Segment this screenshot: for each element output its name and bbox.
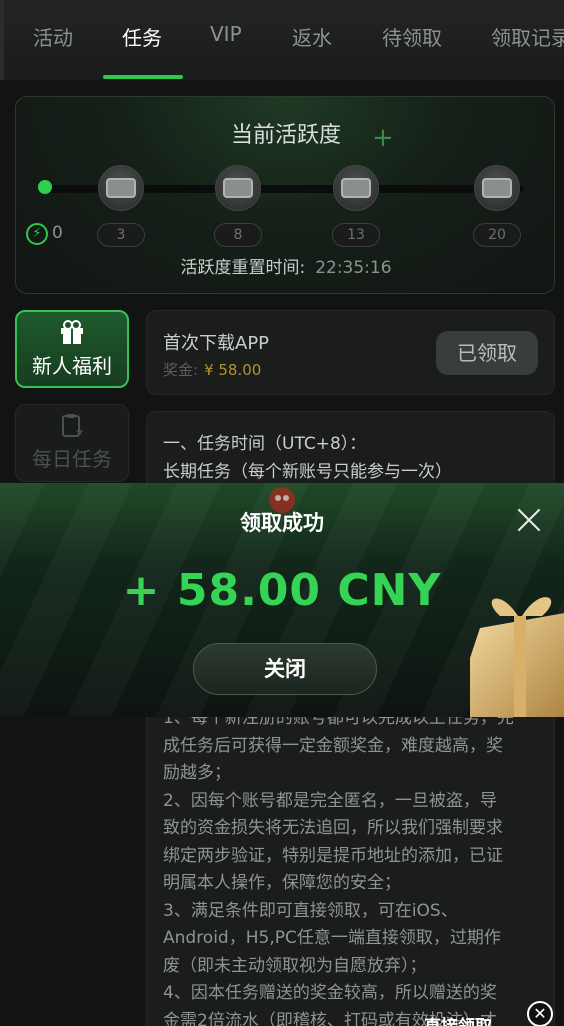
- tab-vip[interactable]: VIP: [210, 22, 242, 46]
- claimed-button[interactable]: 已领取: [436, 331, 538, 375]
- rules-line: 绑定两步验证，特别是提币地址的添加，已证: [163, 845, 503, 866]
- rules-body: 1、每个新注册的账号都可以完成以上任务，完 成任务后可获得一定金额奖金，难度越高…: [163, 705, 543, 1026]
- app-root: 活动 任务 VIP 返水 待领取 领取记录 当前活跃度 + 3 8 13 20 …: [0, 0, 564, 1026]
- rules-line: 致的资金损失将无法追回，所以我们强制要求: [163, 818, 503, 838]
- rules-header: 一、任务时间（UTC+8）： 长期任务（每个新账号只能参与一次）: [163, 430, 452, 486]
- milestone-8: 8: [214, 223, 262, 247]
- rules-line: 励越多；: [163, 763, 231, 783]
- progress-dot: [38, 180, 52, 194]
- tab-pending[interactable]: 待领取: [382, 22, 442, 51]
- tab-activity[interactable]: 活动: [33, 22, 73, 51]
- milestone-13: 13: [332, 223, 380, 247]
- chest-icon[interactable]: [215, 165, 261, 211]
- close-icon[interactable]: [516, 507, 542, 533]
- tab-rebate[interactable]: 返水: [292, 22, 332, 51]
- active-tab-indicator: [103, 75, 183, 79]
- watermark-logo: [269, 487, 295, 513]
- gift-box-icon: [470, 597, 564, 717]
- claim-success-modal: 领取成功 + 58.00 CNY 关闭: [0, 483, 564, 717]
- side-item-newcomer-bonus[interactable]: 新人福利: [15, 310, 129, 388]
- rules-line: 2、因每个账号都是完全匿名，一旦被盗，导: [163, 790, 497, 811]
- tab-tasks[interactable]: 任务: [122, 22, 162, 51]
- milestone-20: 20: [473, 223, 521, 247]
- bonus-label: 奖金:: [163, 361, 199, 379]
- task-card: 首次下载APP 奖金: ¥ 58.00 已领取: [146, 310, 555, 395]
- lightning-icon: ⚡: [26, 223, 48, 245]
- activity-card: 当前活跃度 + 3 8 13 20 ⚡ 0 活跃度重置时间: 22:35:16: [15, 96, 555, 294]
- rules-line: 明属本人操作，保障您的安全；: [163, 873, 401, 893]
- reset-row: 活跃度重置时间: 22:35:16: [16, 253, 556, 278]
- reset-label: 活跃度重置时间:: [180, 258, 306, 278]
- side-item-label: 新人福利: [32, 354, 112, 378]
- tab-claim-records[interactable]: 领取记录: [491, 22, 564, 51]
- plus-icon: +: [372, 123, 394, 153]
- chest-icon[interactable]: [333, 165, 379, 211]
- side-item-daily-tasks[interactable]: ★ 每日任务: [15, 404, 129, 482]
- activity-current-value: 0: [52, 223, 63, 243]
- rules-line: 废（即未主动领取视为自愿放弃）；: [163, 955, 427, 976]
- reset-time: 22:35:16: [315, 258, 392, 278]
- rules-line: 4、因本任务赠送的奖金较高，所以赠送的奖: [163, 983, 497, 1003]
- rules-line: Android，H5,PC任意一端直接领取，过期作: [163, 928, 501, 948]
- tab-bar-edge: [0, 0, 4, 80]
- gift-icon: [17, 320, 127, 350]
- clipboard-star-icon: ★: [16, 413, 128, 443]
- svg-text:★: ★: [75, 427, 83, 437]
- task-bonus: 奖金: ¥ 58.00: [163, 359, 261, 380]
- modal-close-button[interactable]: 关闭: [193, 643, 377, 695]
- activity-title: 当前活跃度: [230, 123, 341, 148]
- bonus-value: ¥ 58.00: [204, 361, 262, 379]
- side-item-label: 每日任务: [32, 447, 112, 471]
- task-title: 首次下载APP: [163, 333, 270, 354]
- float-close-icon[interactable]: ✕: [527, 1001, 553, 1026]
- rules-line: 长期任务（每个新账号只能参与一次）: [163, 462, 452, 482]
- milestone-3: 3: [97, 223, 145, 247]
- chest-icon[interactable]: [98, 165, 144, 211]
- tab-bar: 活动 任务 VIP 返水 待领取 领取记录: [0, 0, 564, 80]
- rules-line: 成任务后可获得一定金额奖金，难度越高，奖: [163, 735, 503, 756]
- rules-line: 一、任务时间（UTC+8）：: [163, 434, 367, 454]
- chest-icon[interactable]: [474, 165, 520, 211]
- rules-line: 3、满足条件即可直接领取，可在iOS、: [163, 900, 458, 921]
- float-claim-label[interactable]: 直接领取: [424, 1012, 492, 1026]
